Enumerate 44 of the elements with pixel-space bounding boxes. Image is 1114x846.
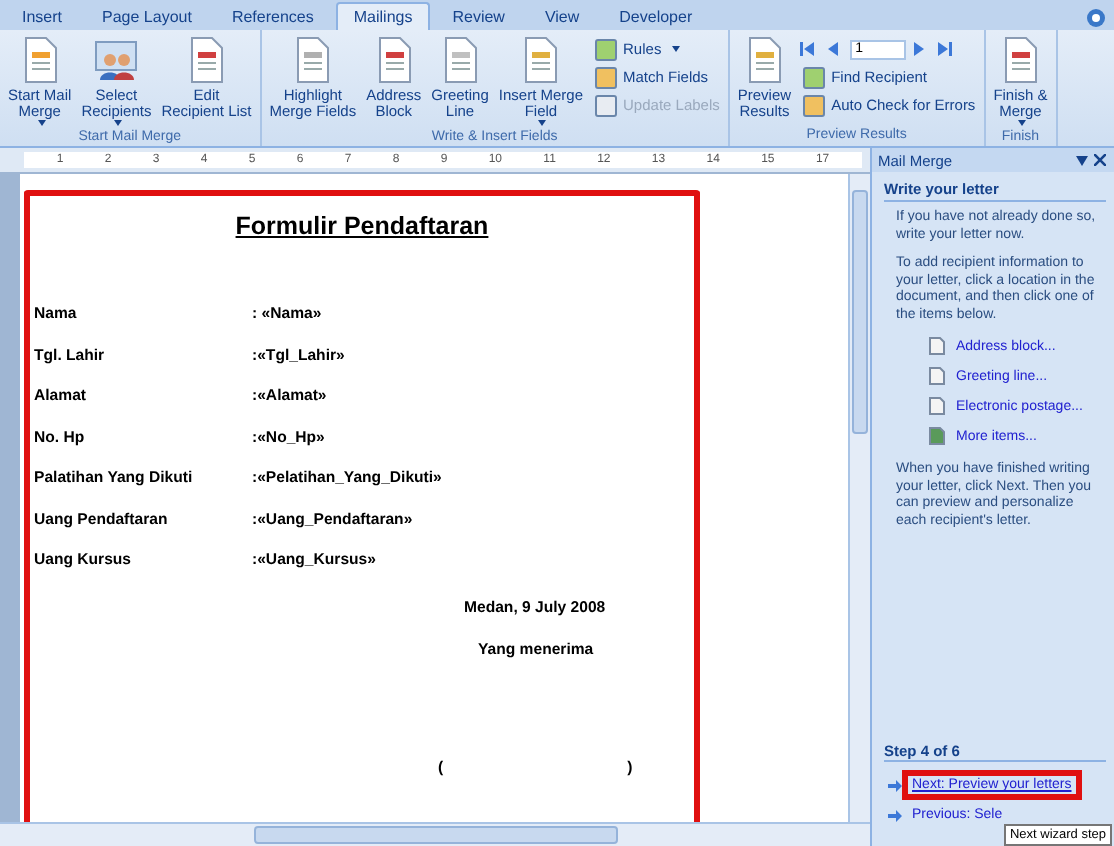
small-icon — [593, 65, 618, 89]
small-icon — [593, 93, 618, 117]
last-record-button[interactable] — [935, 38, 958, 60]
pane-menu-button[interactable] — [1072, 151, 1090, 169]
document-icon — [373, 36, 414, 84]
help-icon — [1086, 8, 1106, 28]
arrow-icon — [935, 40, 954, 58]
small-icon — [593, 37, 618, 61]
ribbon-tab[interactable]: Insert — [4, 2, 81, 30]
ribbon-tab[interactable]: Review — [434, 2, 523, 30]
ribbon-tab[interactable]: Page Layout — [84, 2, 210, 30]
arrow-icon — [823, 40, 842, 58]
document-icon — [186, 36, 227, 84]
grid-icon — [928, 426, 946, 446]
arrow-icon — [888, 809, 902, 821]
document-icon — [292, 36, 333, 84]
close-button[interactable] — [1090, 151, 1108, 169]
document-icon — [1000, 36, 1041, 84]
ribbon-tab[interactable]: Developer — [601, 2, 711, 30]
document-title: Formulir Pendaftaran — [233, 212, 491, 240]
caret-icon — [671, 46, 680, 52]
document-icon — [744, 36, 785, 84]
arrow-icon — [797, 40, 816, 58]
document-icon — [440, 36, 481, 84]
small-icon — [801, 65, 826, 89]
document-icon — [19, 36, 60, 84]
caret-icon — [37, 120, 46, 126]
caret-icon — [538, 120, 547, 126]
people-icon — [92, 36, 141, 84]
close-icon — [1094, 154, 1106, 166]
small-icon — [801, 93, 826, 117]
vertical-scrollbar[interactable] — [848, 174, 870, 822]
document-icon — [520, 36, 561, 84]
horizontal-scrollbar[interactable] — [0, 822, 870, 846]
caret-icon — [114, 120, 123, 126]
ribbon-tab[interactable]: Mailings — [335, 2, 431, 30]
caret-icon — [1018, 120, 1027, 126]
help-button[interactable] — [1086, 8, 1106, 28]
caret-icon — [1076, 155, 1088, 165]
ribbon-tab[interactable]: References — [213, 2, 332, 30]
arrow-icon — [888, 779, 902, 791]
first-record-button[interactable] — [797, 38, 820, 60]
ribbon-tab[interactable]: View — [526, 2, 598, 30]
arrow-icon — [909, 40, 928, 58]
